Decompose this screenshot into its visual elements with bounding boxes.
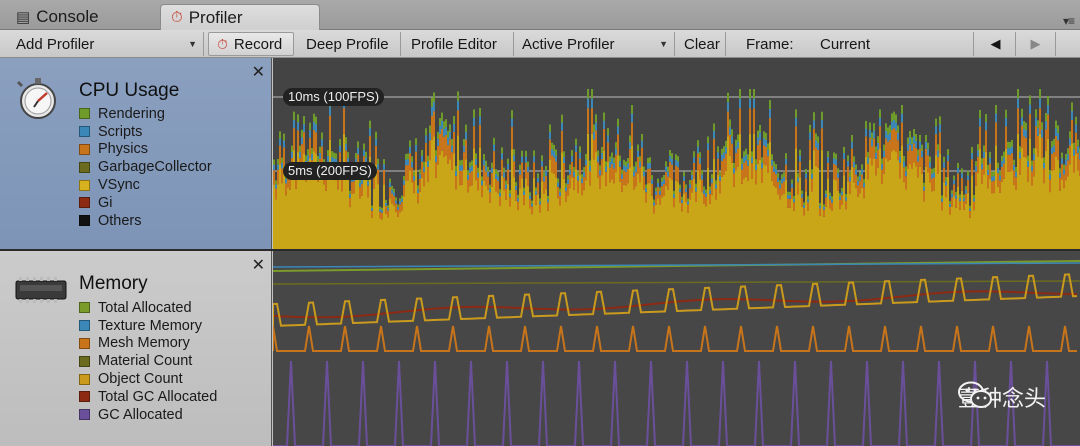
- legend-swatch: [79, 391, 90, 403]
- triangle-left-icon: ◀: [990, 36, 1001, 51]
- legend-swatch: [79, 320, 90, 332]
- fps-10ms-label: 10ms (100FPS): [283, 88, 385, 106]
- record-stopwatch-icon: ⏱: [217, 35, 228, 52]
- dropdown-arrow-icon: ▼: [188, 39, 197, 49]
- dropdown-arrow-icon: ▼: [659, 39, 668, 49]
- memory-graph[interactable]: 壹种念头: [273, 251, 1080, 446]
- memory-legend: Total Allocated Texture Memory Mesh Memo…: [79, 299, 217, 424]
- legend-label: Total GC Allocated: [98, 388, 218, 405]
- add-profiler-dropdown[interactable]: Add Profiler ▼: [8, 32, 204, 56]
- legend-label: GarbageCollector: [98, 159, 212, 176]
- legend-item-physics[interactable]: Physics: [79, 141, 212, 159]
- legend-swatch: [79, 179, 90, 191]
- watermark: 壹种念头: [957, 381, 1046, 413]
- console-icon: ▤: [16, 9, 31, 26]
- cpu-frame-bars: [273, 89, 1080, 249]
- close-memory-icon[interactable]: ✕: [252, 255, 265, 275]
- legend-label: Others: [98, 212, 142, 229]
- legend-item-vsync[interactable]: VSync: [79, 176, 212, 194]
- legend-label: Physics: [98, 141, 148, 158]
- frame-value-text: Current: [820, 35, 871, 53]
- legend-swatch: [79, 409, 90, 421]
- cpu-usage-panel[interactable]: ✕ CPU Usage Rendering Scripts Physics Ga…: [0, 58, 272, 250]
- add-profiler-label: Add Profiler: [16, 35, 95, 53]
- tab-console[interactable]: ▤ Console: [6, 4, 156, 30]
- legend-swatch: [79, 197, 90, 209]
- close-cpu-icon[interactable]: ✕: [252, 62, 265, 82]
- legend-label: Material Count: [98, 353, 193, 370]
- fps-5ms-label: 5ms (200FPS): [283, 162, 377, 180]
- legend-label: Mesh Memory: [98, 335, 190, 352]
- legend-item-garbagecollector[interactable]: GarbageCollector: [79, 158, 212, 176]
- legend-label: Gi: [98, 194, 113, 211]
- tab-console-label: Console: [36, 7, 99, 26]
- stopwatch-icon: ⏱: [171, 9, 183, 26]
- legend-swatch: [79, 161, 90, 173]
- frame-label-text: Frame:: [746, 35, 794, 53]
- legend-swatch: [79, 215, 90, 227]
- profile-editor-label: Profile Editor: [411, 35, 497, 53]
- legend-label: Scripts: [98, 123, 143, 140]
- legend-swatch: [79, 373, 90, 385]
- record-button[interactable]: ⏱ Record: [208, 32, 294, 56]
- active-profiler-label: Active Profiler: [522, 35, 615, 53]
- legend-swatch: [79, 355, 90, 367]
- cpu-usage-bars: [273, 89, 1080, 249]
- legend-item-total-allocated[interactable]: Total Allocated: [79, 299, 217, 317]
- cpu-usage-graph[interactable]: 10ms (100FPS) 5ms (200FPS): [273, 58, 1080, 249]
- legend-label: Rendering: [98, 105, 165, 122]
- legend-swatch: [79, 302, 90, 314]
- legend-label: Total Allocated: [98, 299, 192, 316]
- profile-editor-button[interactable]: Profile Editor: [403, 32, 514, 56]
- legend-swatch: [79, 126, 90, 138]
- cpu-usage-title: CPU Usage: [79, 80, 180, 101]
- stopwatch-icon: [16, 78, 56, 119]
- legend-label: Object Count: [98, 371, 183, 388]
- tab-bar: ▤ Console ⏱ Profiler ▾≡: [0, 0, 1080, 30]
- memory-chip-icon: [15, 277, 67, 303]
- profiler-toolbar: Add Profiler ▼ ⏱ Record Deep Profile Pro…: [0, 30, 1080, 58]
- tab-profiler-label: Profiler: [188, 7, 243, 27]
- wechat-icon: [957, 381, 992, 408]
- memory-panel[interactable]: ✕ Memory Total Allocated Texture Memory …: [0, 251, 272, 446]
- legend-label: VSync: [98, 177, 140, 194]
- clear-label: Clear: [684, 35, 720, 53]
- tab-menu-icon[interactable]: ▾≡: [1063, 14, 1075, 28]
- legend-item-scripts[interactable]: Scripts: [79, 123, 212, 141]
- memory-title: Memory: [79, 273, 148, 294]
- legend-label: GC Allocated: [98, 406, 183, 423]
- legend-item-others[interactable]: Others: [79, 212, 212, 230]
- mesh-memory-line: [273, 325, 1077, 352]
- record-label: Record: [233, 35, 283, 53]
- triangle-right-icon: ▶: [1030, 36, 1041, 51]
- legend-item-gc-allocated[interactable]: GC Allocated: [79, 406, 217, 424]
- legend-label: Texture Memory: [98, 317, 202, 334]
- legend-item-rendering[interactable]: Rendering: [79, 105, 212, 123]
- memory-lines: [273, 260, 1080, 446]
- prev-frame-button[interactable]: ◀: [976, 32, 1016, 56]
- legend-swatch: [79, 337, 90, 349]
- active-profiler-dropdown[interactable]: Active Profiler ▼: [514, 32, 675, 56]
- legend-swatch: [79, 143, 90, 155]
- legend-item-gi[interactable]: Gi: [79, 194, 212, 212]
- legend-item-mesh-memory[interactable]: Mesh Memory: [79, 335, 217, 353]
- legend-item-total-gc-allocated[interactable]: Total GC Allocated: [79, 388, 217, 406]
- material-count-line: [273, 280, 1080, 285]
- legend-item-object-count[interactable]: Object Count: [79, 370, 217, 388]
- legend-item-texture-memory[interactable]: Texture Memory: [79, 317, 217, 335]
- deep-profile-button[interactable]: Deep Profile: [298, 32, 401, 56]
- next-frame-button[interactable]: ▶: [1016, 32, 1056, 56]
- legend-swatch: [79, 108, 90, 120]
- profiler-window: ▤ Console ⏱ Profiler ▾≡ Add Profiler ▼ ⏱…: [0, 0, 1080, 446]
- cpu-legend: Rendering Scripts Physics GarbageCollect…: [79, 105, 212, 230]
- deep-profile-label: Deep Profile: [306, 35, 389, 53]
- legend-item-material-count[interactable]: Material Count: [79, 352, 217, 370]
- frame-value: Current: [812, 32, 974, 56]
- frame-label: Frame:: [738, 32, 808, 56]
- tab-profiler[interactable]: ⏱ Profiler: [160, 4, 320, 30]
- clear-button[interactable]: Clear: [676, 32, 726, 56]
